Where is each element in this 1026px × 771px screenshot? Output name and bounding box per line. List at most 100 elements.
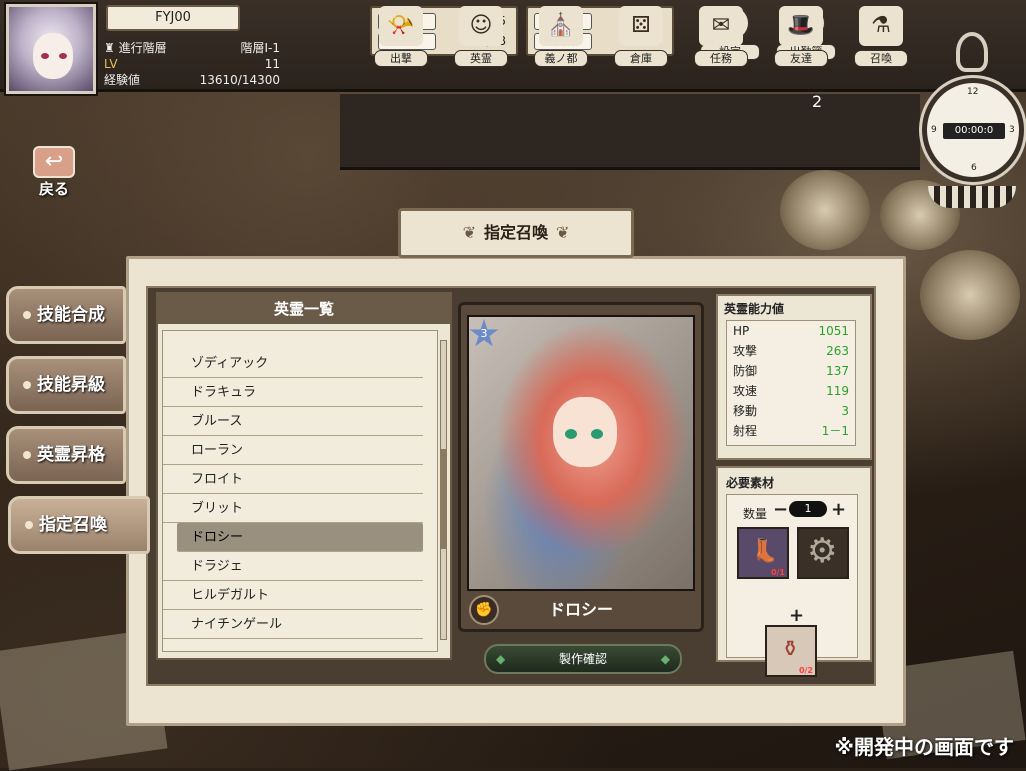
stat-row: 攻速 119: [727, 381, 855, 401]
materials-title: 必要素材: [726, 476, 775, 490]
menu-item-friends[interactable]: 🎩 友達: [774, 6, 828, 67]
stat-value: 3: [841, 404, 849, 418]
list-item[interactable]: ローラン: [163, 436, 423, 465]
menu-label: 倉庫: [614, 50, 668, 67]
list-item[interactable]: ドラキュラ: [163, 378, 423, 407]
ornament-icon: ❦: [462, 223, 476, 242]
back-label: 戻る: [38, 180, 69, 198]
menu-item-warehouse[interactable]: ⚄ 倉庫: [614, 6, 668, 67]
gem-icon: ◆: [496, 652, 506, 666]
page-title: ❦ 指定召喚 ❦: [398, 208, 634, 258]
menu-label: 友達: [774, 50, 828, 67]
tab-hero-promotion[interactable]: 英霊昇格: [6, 426, 126, 484]
menu-label: 英霊: [454, 50, 508, 67]
gear-icon: ⚙: [807, 531, 838, 571]
material-slot-jar[interactable]: ⚱ 0/2: [765, 625, 817, 677]
level-value: 11: [264, 57, 280, 71]
tab-label: 英霊昇格: [37, 445, 105, 465]
stage-value: 階層Ⅰ-1: [240, 41, 280, 55]
menu-item-missions[interactable]: ✉ 任務: [694, 6, 748, 67]
quantity-value: 1: [789, 501, 827, 517]
friends-badge: 2: [812, 92, 823, 111]
materials-box: 必要素材 数量 − 1 + 👢 0/1 ⚙ + ⚱ 0/2: [716, 466, 872, 677]
quantity-plus-button[interactable]: +: [831, 499, 846, 520]
clock-number: 12: [967, 87, 979, 97]
tab-label: 指定召喚: [39, 515, 107, 535]
tab-label: 技能昇級: [37, 375, 105, 395]
castle-icon: ⛪: [539, 6, 583, 46]
list-item[interactable]: ヒルデガルト: [163, 581, 423, 610]
menu-label: 任務: [694, 50, 748, 67]
stat-label: 移動: [733, 404, 758, 418]
stat-value: 1051: [818, 324, 849, 338]
scroll-icon: ✉: [699, 6, 743, 46]
quantity-minus-button[interactable]: −: [773, 499, 788, 520]
list-scrollbar[interactable]: [440, 340, 447, 640]
menu-item-sortie[interactable]: 📯 出撃: [374, 6, 428, 67]
clock-ring: [956, 32, 988, 72]
ornament-icon: ❦: [556, 223, 570, 242]
hero-list: ゾディアック ドラキュラ ブルース ローラン フロイト ブリット ドロシー ドラ…: [162, 330, 438, 652]
clock-number: 9: [931, 125, 937, 135]
materials-panel: 数量 − 1 + 👢 0/1 ⚙ + ⚱ 0/2: [726, 494, 858, 677]
player-status: ♜ 進行階層 階層Ⅰ-1 LV 11 経験値 13610/14300: [104, 40, 284, 104]
list-item[interactable]: フロイト: [163, 465, 423, 494]
hero-list-panel: 英霊一覧 ゾディアック ドラキュラ ブルース ローラン フロイト ブリット ドロ…: [156, 292, 452, 660]
menu-item-capital[interactable]: ⛪ 義ノ都: [534, 6, 588, 67]
list-item[interactable]: ドラジェ: [163, 552, 423, 581]
list-item[interactable]: ゾディアック: [163, 349, 423, 378]
stat-value: 119: [826, 384, 849, 398]
jar-icon: ⚱: [781, 637, 800, 662]
list-item[interactable]: ブリット: [163, 494, 423, 523]
menu-item-summon[interactable]: ⚗ 召喚: [854, 6, 908, 67]
stats-title: 英霊能力値: [724, 302, 785, 316]
return-arrow-icon: ↩: [33, 146, 75, 178]
hero-card: 3 ドロシー ✊: [458, 302, 704, 632]
flask-icon: ⚗: [859, 6, 903, 46]
scroll-decoration: [780, 170, 870, 250]
material-count: 0/1: [770, 568, 785, 577]
stat-value: 1－1: [821, 424, 849, 438]
list-item[interactable]: ブルース: [163, 407, 423, 436]
list-item[interactable]: ナイチンゲール: [163, 610, 423, 639]
clock-number: 3: [1009, 125, 1015, 135]
stat-label: HP: [733, 324, 750, 338]
suitcase-icon: ⚄: [619, 6, 663, 46]
material-slot-boots[interactable]: 👢 0/1: [737, 527, 789, 579]
top-hat-icon: 🎩: [779, 6, 823, 46]
scrollbar-thumb[interactable]: [441, 449, 446, 549]
tab-designated-summon[interactable]: 指定召喚: [8, 496, 150, 554]
back-button[interactable]: ↩ 戻る: [28, 146, 80, 198]
material-slot-gear[interactable]: ⚙: [797, 527, 849, 579]
clock-number: 6: [971, 163, 977, 173]
boots-icon: 👢: [751, 539, 779, 564]
list-item-selected[interactable]: ドロシー: [177, 523, 423, 552]
player-avatar[interactable]: [6, 4, 96, 94]
player-name: FYJ00: [106, 5, 240, 31]
exp-label: 経験値: [104, 73, 141, 87]
craft-confirm-button[interactable]: ◆ 製作確認 ◆: [484, 644, 682, 674]
menu-item-heroes[interactable]: ☺ 英霊: [454, 6, 508, 67]
hero-list-header: 英霊一覧: [158, 294, 450, 324]
page-title-text: 指定召喚: [483, 223, 548, 242]
confirm-label: 製作確認: [558, 652, 607, 666]
menu-label: 召喚: [854, 50, 908, 67]
tab-skill-upgrade[interactable]: 技能昇級: [6, 356, 126, 414]
stat-label: 攻撃: [733, 344, 758, 358]
stat-value: 263: [826, 344, 849, 358]
menu-label: 出撃: [374, 50, 428, 67]
tab-label: 技能合成: [37, 305, 105, 325]
stats-table: HP 1051 攻撃 263 防御 137 攻速 119 移動 3 射程 1－1: [726, 320, 856, 446]
menu-label: 義ノ都: [534, 50, 588, 67]
stat-row: 防御 137: [727, 361, 855, 381]
pocket-watch: 12 3 6 9 00:00:0: [922, 78, 1024, 182]
plus-icon: +: [789, 605, 805, 626]
gauntlet-icon: ✊: [469, 595, 499, 625]
clock-base: [928, 186, 1016, 208]
stat-row: HP 1051: [727, 321, 855, 341]
scroll-decoration: [920, 250, 1020, 340]
material-count: 0/2: [798, 666, 813, 675]
tab-skill-synthesis[interactable]: 技能合成: [6, 286, 126, 344]
main-menu-bar: [340, 92, 920, 170]
